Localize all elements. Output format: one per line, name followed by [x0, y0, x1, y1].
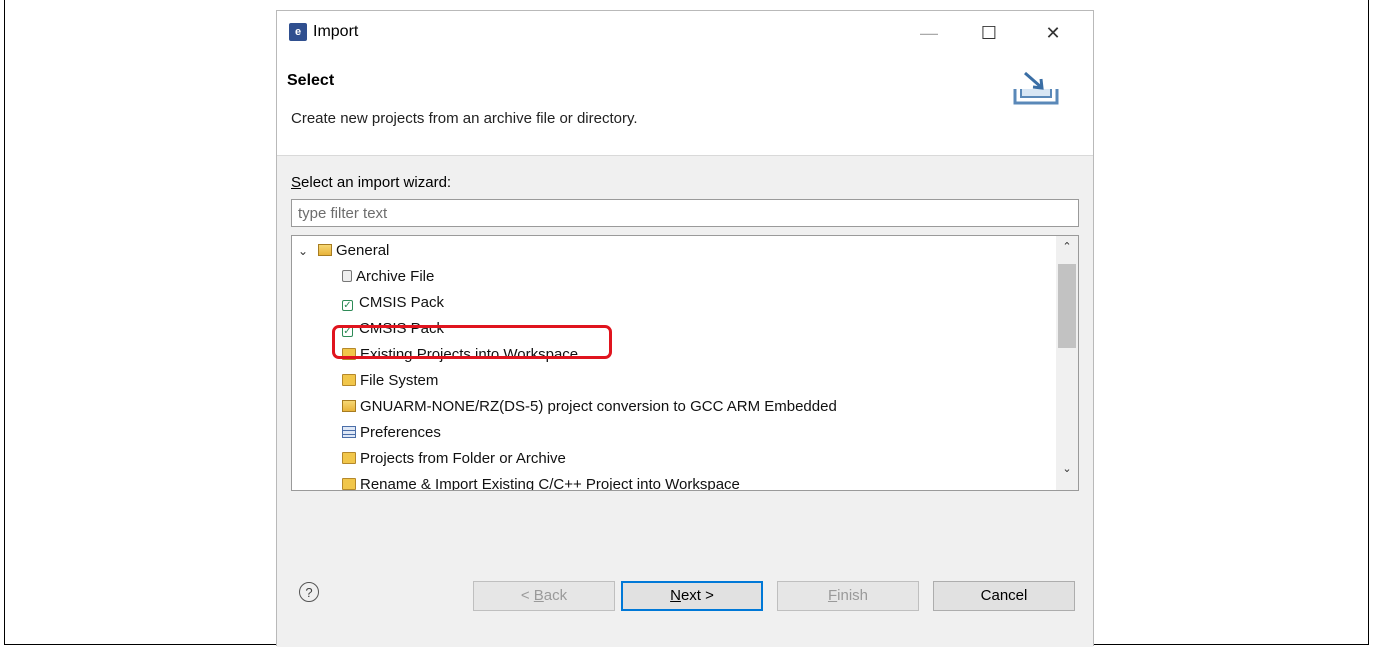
vertical-scrollbar[interactable]: ⌃ ⌄	[1056, 236, 1078, 490]
tree-item[interactable]: File System	[342, 368, 438, 394]
next-button[interactable]: Next >	[621, 581, 763, 611]
preferences-icon	[342, 426, 356, 438]
cmsis-pack-icon: ✓	[342, 300, 353, 311]
title-bar: e Import — ☐ ✕	[277, 11, 1093, 55]
help-icon[interactable]: ?	[299, 582, 319, 602]
folder-icon	[342, 374, 356, 386]
tree-group-label: General	[336, 242, 390, 259]
scroll-up-icon[interactable]: ⌃	[1056, 240, 1078, 253]
wizard-list-label: Select an import wizard:	[291, 174, 452, 191]
scroll-down-icon[interactable]: ⌄	[1056, 462, 1078, 475]
button-bar: ? < Back Next > Finish Cancel	[277, 581, 1093, 647]
tree-item[interactable]: ✓ CMSIS Pack	[342, 316, 444, 342]
import-dialog: e Import — ☐ ✕ Select Create new project…	[276, 10, 1094, 647]
tree-item[interactable]: Preferences	[342, 420, 441, 446]
tree-item[interactable]: Rename & Import Existing C/C++ Project i…	[342, 472, 740, 491]
finish-button[interactable]: Finish	[777, 581, 919, 611]
wizard-body: Select an import wizard: ⌄ General Archi…	[277, 156, 1093, 592]
scrollbar-thumb[interactable]	[1058, 264, 1076, 348]
page-title: Select	[287, 72, 335, 89]
tree-item[interactable]: GNUARM-NONE/RZ(DS-5) project conversion …	[342, 394, 837, 420]
tree-item-label: CMSIS Pack	[359, 294, 445, 311]
tree-item-label: Existing Projects into Workspace	[360, 346, 579, 363]
wizard-tree[interactable]: ⌄ General Archive File ✓ CMSIS Pack ✓ CMSI…	[291, 235, 1079, 491]
tree-item-existing-projects[interactable]: Existing Projects into Workspace	[342, 342, 578, 368]
existing-project-icon	[342, 478, 356, 490]
tree-item-label: Rename & Import Existing C/C++ Project i…	[360, 476, 740, 491]
import-wizard-icon	[1013, 71, 1059, 105]
minimize-icon[interactable]: —	[911, 19, 947, 47]
chevron-down-icon[interactable]: ⌄	[298, 238, 308, 264]
tree-item-label: Projects from Folder or Archive	[360, 450, 566, 467]
archive-file-icon	[342, 270, 352, 282]
cancel-button[interactable]: Cancel	[933, 581, 1075, 611]
tree-item-label: CMSIS Pack	[359, 320, 445, 337]
existing-project-icon	[342, 348, 356, 360]
tree-item-label: File System	[360, 372, 439, 389]
wizard-banner: Select Create new projects from an archi…	[277, 55, 1093, 156]
tree-item-label: Preferences	[360, 424, 441, 441]
tree-item[interactable]: Projects from Folder or Archive	[342, 446, 566, 472]
filter-input[interactable]	[291, 199, 1079, 227]
page-description: Create new projects from an archive file…	[291, 110, 638, 127]
maximize-icon[interactable]: ☐	[971, 19, 1007, 47]
tree-item-label: GNUARM-NONE/RZ(DS-5) project conversion …	[360, 398, 837, 415]
open-folder-icon	[342, 400, 356, 412]
folder-icon	[342, 452, 356, 464]
tree-item[interactable]: Archive File	[342, 264, 434, 290]
close-icon[interactable]: ✕	[1035, 19, 1071, 47]
tree-item[interactable]: ✓ CMSIS Pack	[342, 290, 444, 316]
back-button[interactable]: < Back	[473, 581, 615, 611]
open-folder-icon	[318, 244, 332, 256]
window-title: Import	[313, 23, 359, 40]
tree-item-label: Archive File	[356, 268, 435, 285]
eclipse-app-icon: e	[289, 23, 307, 41]
cmsis-pack-icon: ✓	[342, 326, 353, 337]
